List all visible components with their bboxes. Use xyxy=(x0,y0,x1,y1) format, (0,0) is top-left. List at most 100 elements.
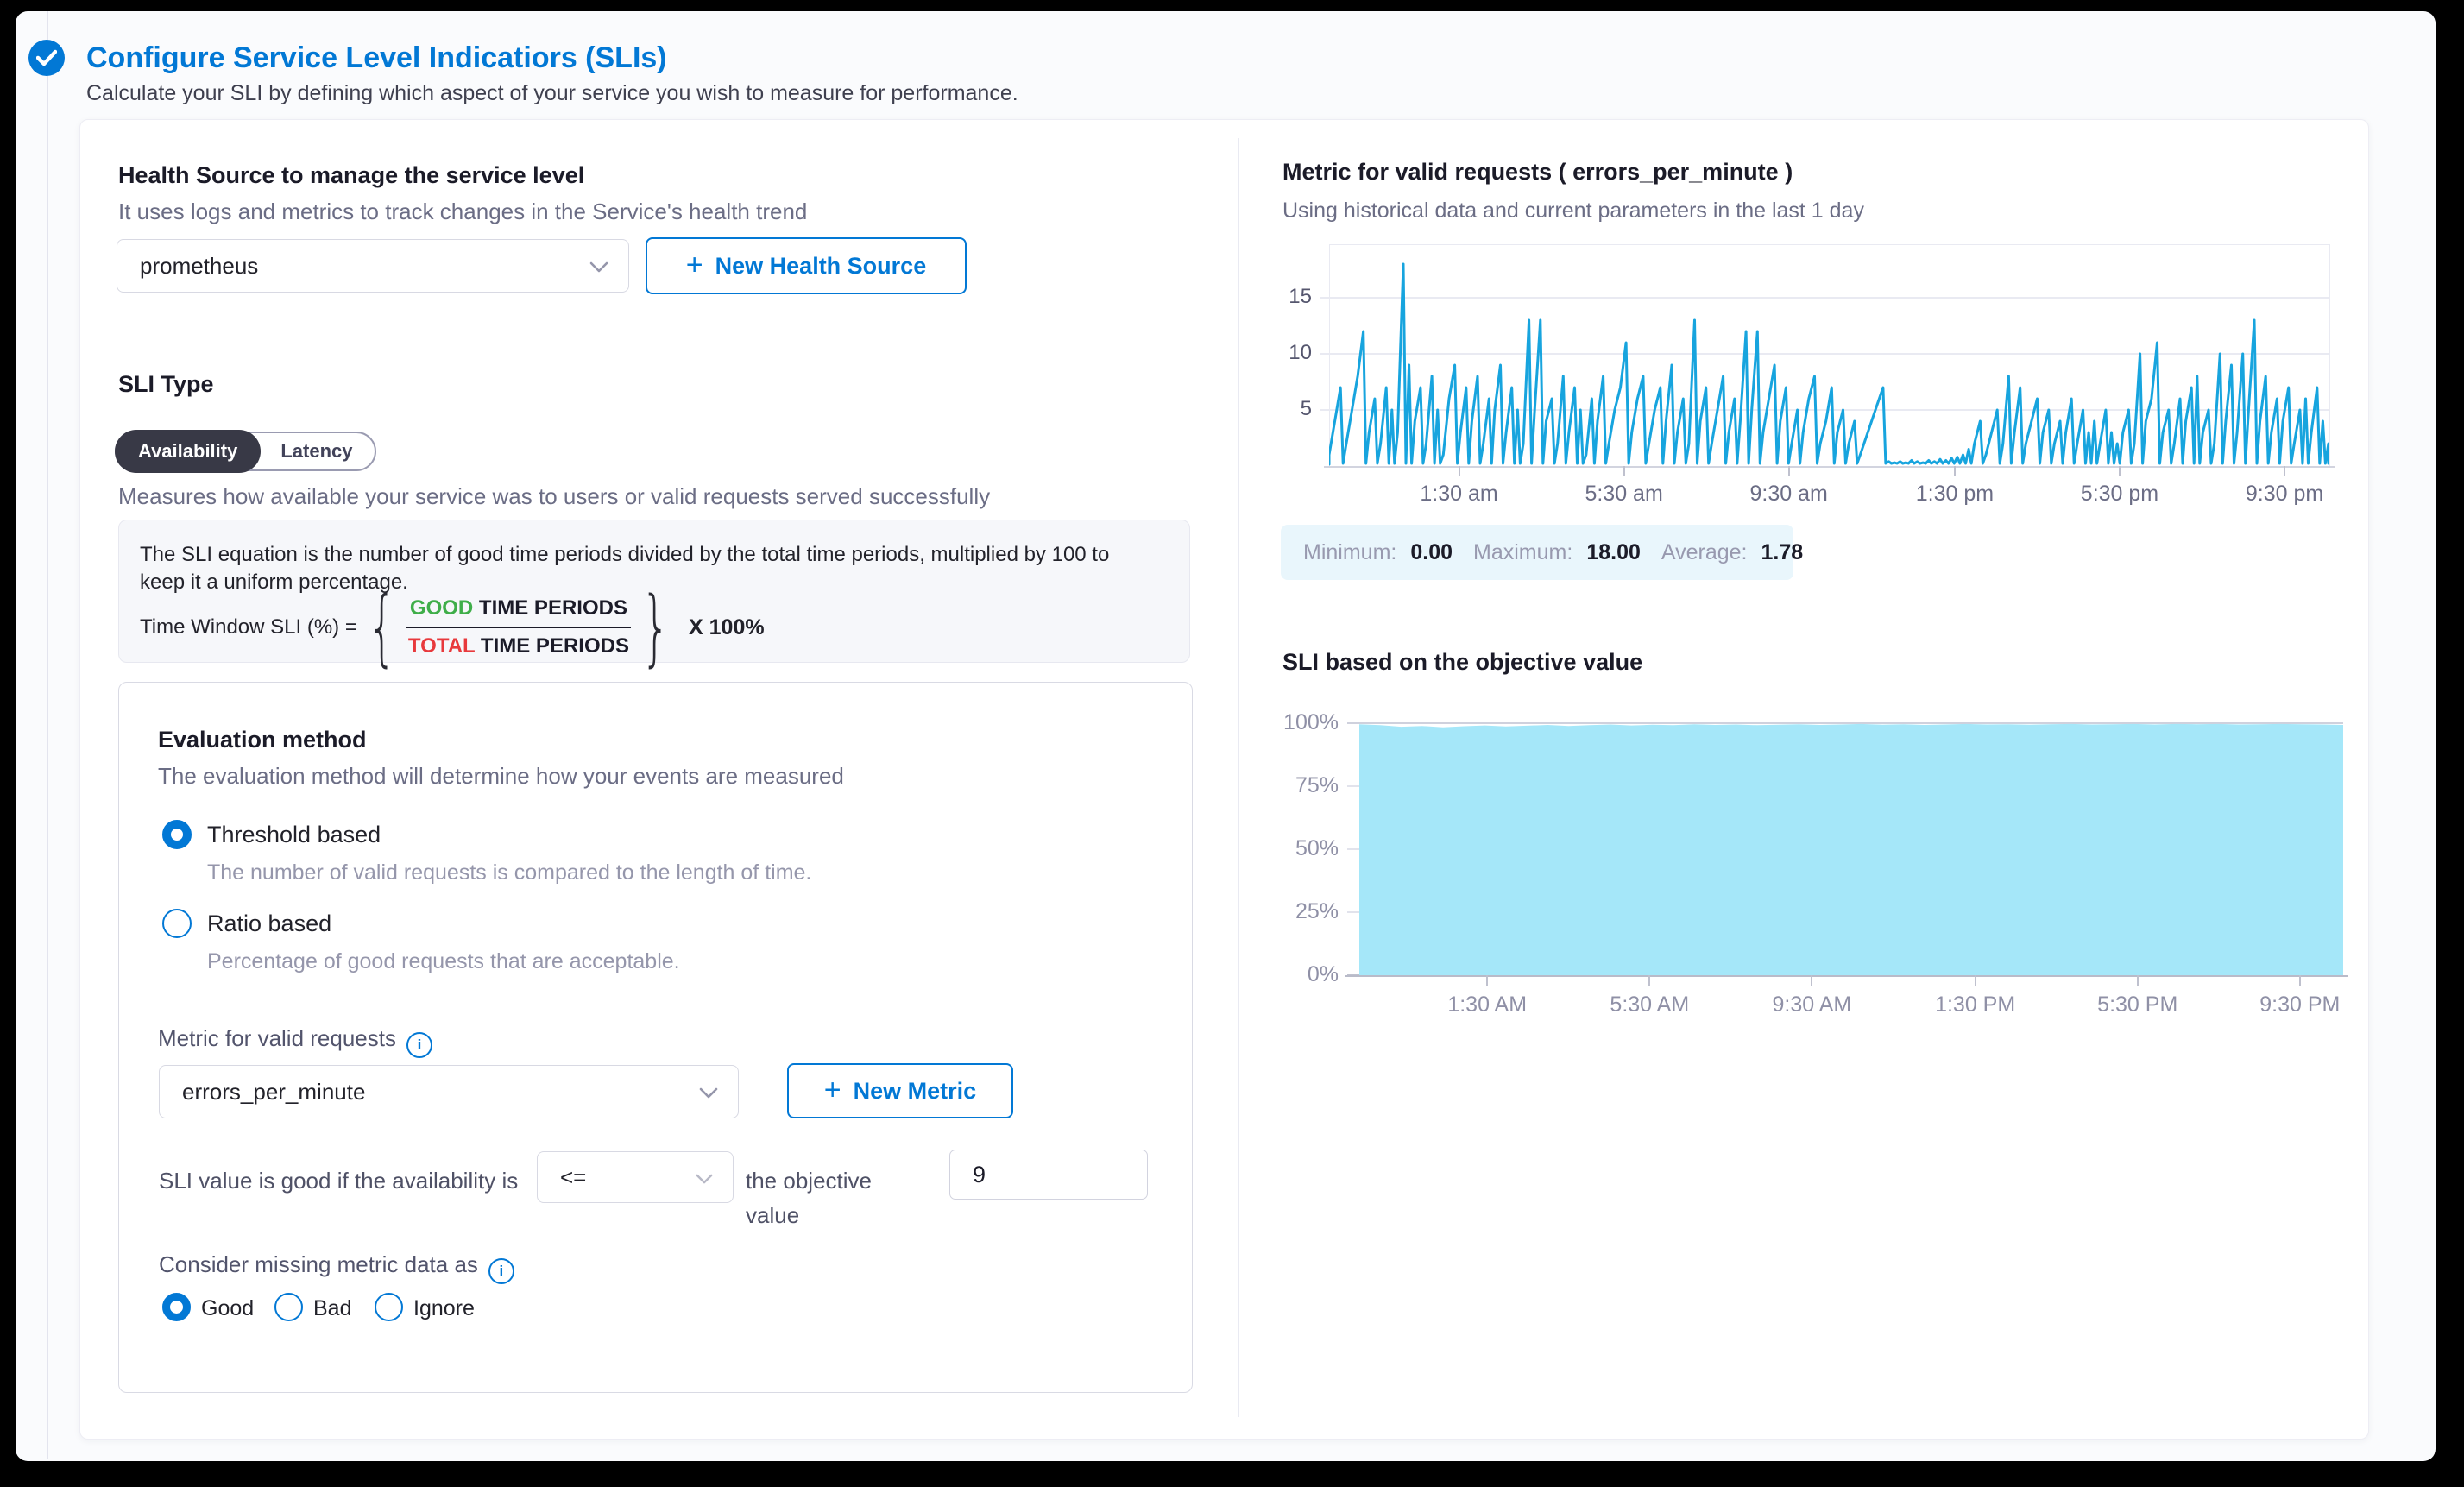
health-source-heading: Health Source to manage the service leve… xyxy=(118,162,584,189)
sli-type-option-availability[interactable]: Availability xyxy=(115,430,261,473)
equation-fraction: GOOD TIME PERIODS TOTAL TIME PERIODS xyxy=(406,596,631,658)
y-axis-tick-label: 75% xyxy=(1256,773,1339,798)
metric-chart-title: Metric for valid requests ( errors_per_m… xyxy=(1282,159,1793,186)
sli-area-series xyxy=(1359,723,2343,975)
x-axis-tick xyxy=(1648,975,1650,986)
x-axis-tick-label: 5:30 AM xyxy=(1576,992,1723,1018)
stepper-line xyxy=(47,11,48,1459)
x-axis-tick xyxy=(2137,975,2139,986)
x-axis-tick-label: 9:30 am xyxy=(1716,482,1862,507)
x-axis-tick-label: 9:30 pm xyxy=(2211,482,2358,507)
sli-equation-box: The SLI equation is the number of good t… xyxy=(118,520,1190,663)
info-icon[interactable]: i xyxy=(488,1258,514,1284)
new-health-source-button-label: New Health Source xyxy=(715,253,927,280)
equation-lhs: Time Window SLI (%) = xyxy=(140,615,357,640)
evaluation-method-description: The evaluation method will determine how… xyxy=(158,763,844,790)
missing-data-bad-label[interactable]: Bad xyxy=(313,1296,351,1321)
x-axis-line xyxy=(1345,975,2348,977)
health-source-select-value: prometheus xyxy=(140,253,258,280)
chevron-down-icon xyxy=(589,253,609,280)
new-metric-button[interactable]: + New Metric xyxy=(787,1063,1013,1118)
threshold-based-radio[interactable] xyxy=(162,820,192,849)
missing-data-ignore-radio[interactable] xyxy=(375,1293,403,1321)
metric-for-valid-requests-label: Metric for valid requests i xyxy=(158,1025,432,1058)
x-axis-tick-label: 1:30 pm xyxy=(1881,482,2028,507)
chevron-down-icon xyxy=(695,1164,714,1191)
sli-condition-prefix: SLI value is good if the availability is xyxy=(159,1163,539,1198)
good-term: GOOD xyxy=(410,596,473,620)
sli-condition-middle: the objective value xyxy=(746,1163,931,1233)
x-axis-tick-label: 5:30 am xyxy=(1551,482,1698,507)
y-axis-tick-label: 25% xyxy=(1256,899,1339,924)
missing-data-bad-radio[interactable] xyxy=(274,1293,303,1321)
metric-select-value: errors_per_minute xyxy=(182,1079,365,1106)
x-axis-tick xyxy=(1975,975,1976,986)
health-source-description: It uses logs and metrics to track change… xyxy=(118,198,807,225)
x-axis-tick xyxy=(1623,466,1625,476)
chevron-down-icon xyxy=(698,1079,719,1106)
good-term-rest: TIME PERIODS xyxy=(473,596,627,620)
x-axis-tick xyxy=(1811,975,1812,986)
metric-chart-subtitle: Using historical data and current parame… xyxy=(1282,198,1864,224)
x-axis-line xyxy=(1324,466,2335,468)
x-axis-tick-label: 9:30 PM xyxy=(2227,992,2373,1018)
average-label: Average: xyxy=(1661,540,1748,565)
x-axis-tick-label: 9:30 AM xyxy=(1738,992,1885,1018)
operator-select[interactable]: <= xyxy=(537,1151,734,1203)
ratio-based-radio[interactable] xyxy=(162,909,192,938)
new-metric-button-label: New Metric xyxy=(854,1078,977,1105)
sli-type-toggle: Availability Latency xyxy=(115,432,376,471)
page-title: Configure Service Level Indicatiors (SLI… xyxy=(86,41,667,75)
missing-label-text: Consider missing metric data as xyxy=(159,1251,478,1277)
metric-stats-bar: Minimum: 0.00 Maximum: 18.00 Average: 1.… xyxy=(1281,525,1793,580)
minimum-label: Minimum: xyxy=(1303,540,1396,565)
app-window: Configure Service Level Indicatiors (SLI… xyxy=(0,0,2464,1487)
new-health-source-button[interactable]: + New Health Source xyxy=(646,237,967,294)
sli-type-option-latency[interactable]: Latency xyxy=(259,432,374,471)
x-axis-tick xyxy=(1954,466,1956,476)
total-term: TOTAL xyxy=(408,634,475,658)
missing-data-ignore-label[interactable]: Ignore xyxy=(413,1296,475,1321)
ratio-based-description: Percentage of good requests that are acc… xyxy=(207,949,680,974)
operator-select-value: <= xyxy=(560,1164,586,1191)
x-axis-tick xyxy=(1459,466,1460,476)
sli-type-description: Measures how available your service was … xyxy=(118,483,990,510)
page-subtitle: Calculate your SLI by defining which asp… xyxy=(86,81,1018,106)
sli-equation: Time Window SLI (%) = { GOOD TIME PERIOD… xyxy=(140,596,765,658)
missing-data-good-radio[interactable] xyxy=(162,1293,191,1321)
x-axis-tick-label: 5:30 PM xyxy=(2064,992,2211,1018)
x-axis-tick xyxy=(2284,466,2285,476)
y-axis-tick-label: 5 xyxy=(1250,397,1312,421)
x-axis-tick xyxy=(2119,466,2121,476)
minimum-value: 0.00 xyxy=(1410,540,1453,565)
x-axis-tick-label: 1:30 am xyxy=(1386,482,1533,507)
y-axis-tick-label: 50% xyxy=(1256,836,1339,861)
total-term-rest: TIME PERIODS xyxy=(475,634,629,658)
info-icon[interactable]: i xyxy=(406,1032,432,1058)
y-axis-tick-label: 10 xyxy=(1250,341,1312,365)
average-value: 1.78 xyxy=(1761,540,1803,565)
sli-type-heading: SLI Type xyxy=(118,371,214,398)
equation-multiplier: X 100% xyxy=(689,615,765,640)
valid-requests-metric-select[interactable]: errors_per_minute xyxy=(159,1065,739,1118)
x-axis-tick-label: 1:30 AM xyxy=(1414,992,1560,1018)
x-axis-tick xyxy=(1486,975,1488,986)
y-axis-tick-label: 15 xyxy=(1250,285,1312,309)
sli-chart-title: SLI based on the objective value xyxy=(1282,649,1642,676)
threshold-based-description: The number of valid requests is compared… xyxy=(207,860,811,885)
maximum-value: 18.00 xyxy=(1586,540,1641,565)
metric-series xyxy=(1329,244,2329,466)
x-axis-tick xyxy=(2299,975,2301,986)
ratio-based-label[interactable]: Ratio based xyxy=(207,910,331,937)
step-complete-check-icon xyxy=(28,40,65,76)
y-axis-tick-label: 100% xyxy=(1256,710,1339,735)
column-divider xyxy=(1238,138,1239,1417)
threshold-based-label[interactable]: Threshold based xyxy=(207,822,381,848)
maximum-label: Maximum: xyxy=(1473,540,1572,565)
evaluation-method-heading: Evaluation method xyxy=(158,727,367,753)
health-source-select[interactable]: prometheus xyxy=(117,239,629,293)
objective-value-input[interactable] xyxy=(949,1150,1148,1200)
y-axis-tick-label: 0% xyxy=(1256,962,1339,987)
missing-data-good-label[interactable]: Good xyxy=(201,1296,254,1321)
metric-label-text: Metric for valid requests xyxy=(158,1025,396,1051)
